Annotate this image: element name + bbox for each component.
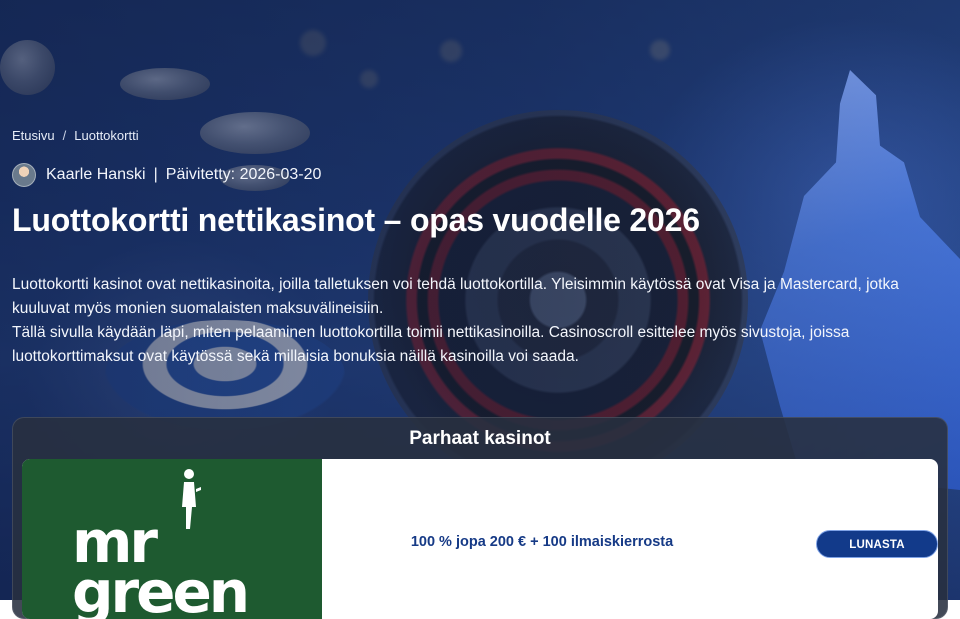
- claim-bonus-button[interactable]: LUNASTA BONUS: [816, 530, 938, 579]
- casino-logo[interactable]: mr green: [22, 459, 322, 619]
- bonus-offer: 100 % jopa 200 € + 100 ilmaiskierrosta: [410, 534, 674, 550]
- author-row: Kaarle Hanski | Päivitetty: 2026-03-20: [12, 163, 321, 187]
- intro-text: Luottokortti kasinot ovat nettikasinoita…: [12, 273, 948, 369]
- intro-paragraph: Tällä sivulla käydään läpi, miten pelaam…: [12, 324, 850, 365]
- updated-date: Päivitetty: 2026-03-20: [165, 166, 322, 183]
- breadcrumb-home-link[interactable]: Etusivu: [12, 128, 55, 143]
- author-name[interactable]: Kaarle Hanski: [46, 166, 146, 184]
- page-title: Luottokortti nettikasinot – opas vuodell…: [12, 202, 700, 238]
- author-divider: |: [153, 166, 158, 183]
- breadcrumb: Etusivu / Luottokortti: [12, 128, 139, 143]
- casino-toplist: Parhaat kasinot mr green 100 % jopa 200 …: [12, 417, 948, 619]
- breadcrumb-separator: /: [62, 128, 67, 143]
- author-avatar[interactable]: [12, 163, 36, 187]
- casino-logo-text: mr green: [72, 508, 250, 619]
- toplist-title: Parhaat kasinot: [409, 428, 551, 449]
- breadcrumb-current-link[interactable]: Luottokortti: [74, 128, 138, 143]
- intro-paragraph: Luottokortti kasinot ovat nettikasinoita…: [12, 276, 899, 317]
- casino-card: mr green 100 % jopa 200 € + 100 ilmaiski…: [22, 459, 938, 619]
